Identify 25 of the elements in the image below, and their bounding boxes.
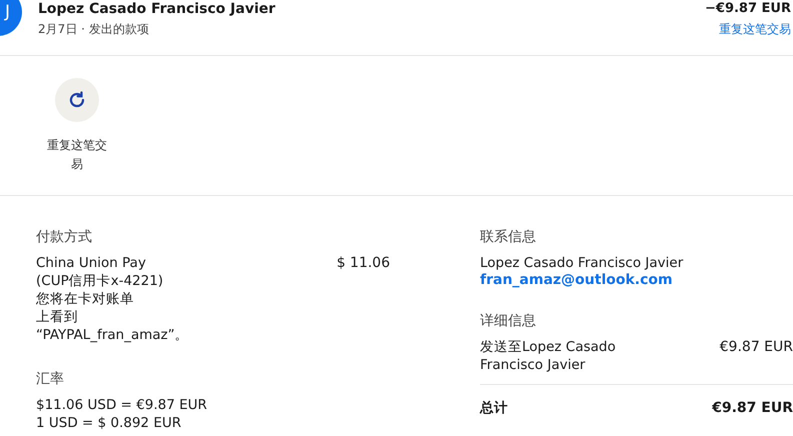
payment-method-line: (CUP信用卡x-4221) <box>36 272 164 290</box>
repeat-transaction-link[interactable]: 重复这笔交易 <box>719 21 791 38</box>
section-heading: 详细信息 <box>480 312 537 330</box>
payment-method-line: 您将在卡对账单 <box>36 290 135 308</box>
payment-method-line: “PAYPAL_fran_amaz”。 <box>36 326 189 344</box>
transaction-meta: 2月7日 · 发出的款项 <box>38 21 150 38</box>
payment-method-line: China Union Pay <box>36 254 147 272</box>
refresh-icon <box>68 91 86 109</box>
payment-method-line: 上看到 <box>36 308 79 326</box>
exchange-rate: $11.06 USD = €9.87 EUR <box>36 396 208 414</box>
sent-amount: €9.87 EUR <box>720 338 793 356</box>
email-link[interactable]: fran_amaz@outlook.com <box>480 272 793 288</box>
transaction-amount: −€9.87 EUR <box>705 0 791 18</box>
payee-name: Lopez Casado Francisco Javier <box>38 0 276 18</box>
total-label: 总计 <box>480 399 508 417</box>
recipient-label: 发送至Lopez Casado Francisco Javier <box>480 338 616 374</box>
payment-amount: $ 11.06 <box>336 254 390 272</box>
repeat-transaction-button[interactable]: 重复这笔交易 <box>44 78 110 195</box>
section-heading: 汇率 <box>36 370 65 388</box>
avatar: J <box>0 0 22 36</box>
contact-name: Lopez Casado Francisco Javier <box>480 254 684 272</box>
section-heading: 付款方式 <box>36 228 93 246</box>
total-amount: €9.87 EUR <box>712 399 793 417</box>
section-heading: 联系信息 <box>480 228 537 246</box>
exchange-rate: 1 USD = $ 0.892 EUR <box>36 414 182 432</box>
